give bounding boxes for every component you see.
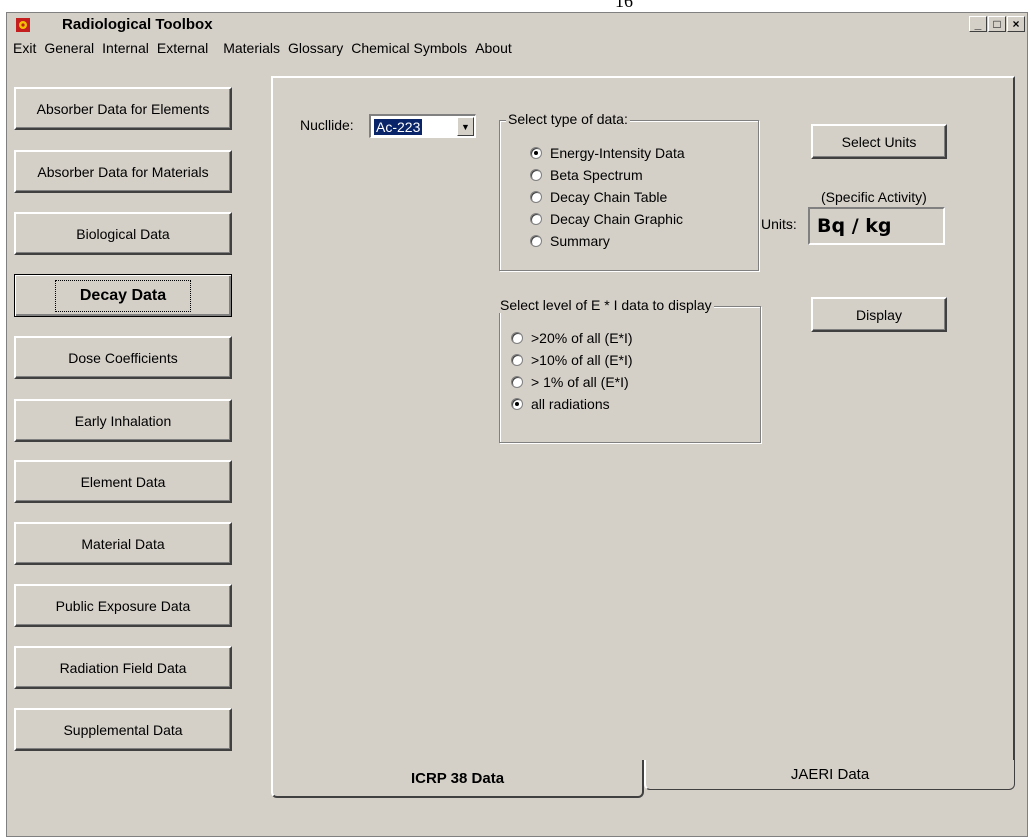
radio-icon — [530, 191, 542, 203]
sidebar-button-label: Element Data — [80, 473, 166, 490]
radio-selected-icon — [530, 147, 542, 159]
minimize-button[interactable]: _ — [969, 16, 987, 32]
radio-icon — [530, 213, 542, 225]
sidebar-button-radiation-field-data[interactable]: Radiation Field Data — [14, 646, 232, 689]
radio-icon — [530, 235, 542, 247]
radio-icon — [530, 169, 542, 181]
sidebar-button-label: Absorber Data for Elements — [36, 100, 210, 117]
display-button[interactable]: Display — [811, 297, 947, 332]
radio-beta-spectrum[interactable]: Beta Spectrum — [530, 167, 643, 183]
units-caption: (Specific Activity) — [821, 189, 927, 205]
radio-decay-chain-graphic[interactable]: Decay Chain Graphic — [530, 211, 683, 227]
sidebar-button-dose-coefficients[interactable]: Dose Coefficients — [14, 336, 232, 379]
radio-energy-intensity[interactable]: Energy-Intensity Data — [530, 145, 685, 161]
menu-internal[interactable]: Internal — [102, 40, 149, 56]
window-title: Radiological Toolbox — [62, 16, 213, 33]
tab-jaeri-data[interactable]: JAERI Data — [644, 760, 1015, 790]
page-number: 16 — [615, 0, 633, 11]
sidebar-button-label: Biological Data — [76, 225, 170, 242]
sidebar-button-label: Radiation Field Data — [59, 659, 187, 676]
radio-icon — [511, 376, 523, 388]
menu-general[interactable]: General — [44, 40, 94, 56]
menu-external[interactable]: External — [157, 40, 208, 56]
level-legend: Select level of E * I data to display — [499, 297, 714, 313]
sidebar-button-absorber-materials[interactable]: Absorber Data for Materials — [14, 150, 232, 193]
tab-label: JAERI Data — [790, 766, 870, 783]
title-bar: Radiological Toolbox _ □ × — [7, 13, 1027, 37]
sidebar-button-biological-data[interactable]: Biological Data — [14, 212, 232, 255]
radio-label: Decay Chain Table — [550, 189, 668, 205]
radio-label: Summary — [550, 233, 610, 249]
radio-level-all[interactable]: all radiations — [511, 396, 610, 412]
sidebar-button-material-data[interactable]: Material Data — [14, 522, 232, 565]
radio-label: Decay Chain Graphic — [550, 211, 684, 227]
dropdown-arrow-icon[interactable]: ▼ — [457, 117, 474, 136]
sidebar-button-label: Supplemental Data — [63, 721, 183, 738]
radio-icon — [511, 354, 523, 366]
sidebar-button-public-exposure-data[interactable]: Public Exposure Data — [14, 584, 232, 627]
radio-level-20[interactable]: >20% of all (E*I) — [511, 330, 633, 346]
tab-icrp-38-data[interactable]: ICRP 38 Data — [271, 760, 644, 798]
menu-glossary[interactable]: Glossary — [288, 40, 343, 56]
sidebar-button-supplemental-data[interactable]: Supplemental Data — [14, 708, 232, 751]
nuclide-value: Ac-223 — [374, 119, 423, 135]
app-logo-icon — [16, 18, 30, 32]
radio-label: >20% of all (E*I) — [531, 330, 633, 346]
radio-level-1[interactable]: > 1% of all (E*I) — [511, 374, 629, 390]
sidebar-button-early-inhalation[interactable]: Early Inhalation — [14, 399, 232, 442]
sidebar-button-label: Early Inhalation — [74, 412, 172, 429]
select-units-button[interactable]: Select Units — [811, 124, 947, 159]
maximize-button[interactable]: □ — [988, 16, 1006, 32]
radio-level-10[interactable]: >10% of all (E*I) — [511, 352, 633, 368]
radio-label: Beta Spectrum — [550, 167, 643, 183]
radio-decay-chain-table[interactable]: Decay Chain Table — [530, 189, 667, 205]
data-type-legend: Select type of data: — [506, 111, 630, 127]
sidebar-button-absorber-elements[interactable]: Absorber Data for Elements — [14, 87, 232, 130]
sidebar-button-label: Material Data — [81, 535, 165, 552]
radio-summary[interactable]: Summary — [530, 233, 610, 249]
menu-exit[interactable]: Exit — [13, 40, 36, 56]
menu-about[interactable]: About — [475, 40, 512, 56]
sidebar-button-label: Public Exposure Data — [55, 597, 191, 614]
nuclide-select[interactable]: Ac-223 ▼ — [369, 114, 476, 138]
radio-icon — [511, 332, 523, 344]
sidebar-button-label: Absorber Data for Materials — [37, 163, 209, 180]
radio-selected-icon — [511, 398, 523, 410]
sidebar-button-decay-data[interactable]: Decay Data — [14, 274, 232, 317]
menu-materials[interactable]: Materials — [223, 40, 280, 56]
units-label: Units: — [761, 216, 797, 232]
sidebar-button-label: Decay Data — [54, 279, 192, 312]
radio-label: > 1% of all (E*I) — [531, 374, 629, 390]
menu-bar: Exit General Internal External Materials… — [7, 37, 1027, 59]
sidebar-button-label: Dose Coefficients — [68, 349, 178, 366]
radio-label: Energy-Intensity Data — [550, 145, 685, 161]
radio-label: all radiations — [531, 396, 610, 412]
sidebar-button-element-data[interactable]: Element Data — [14, 460, 232, 503]
menu-chemical-symbols[interactable]: Chemical Symbols — [351, 40, 467, 56]
units-value: Bq / kg — [808, 207, 945, 245]
close-button[interactable]: × — [1007, 16, 1025, 32]
tab-label: ICRP 38 Data — [410, 769, 505, 787]
nuclide-label: Nucllide: — [300, 117, 354, 133]
radio-label: >10% of all (E*I) — [531, 352, 633, 368]
